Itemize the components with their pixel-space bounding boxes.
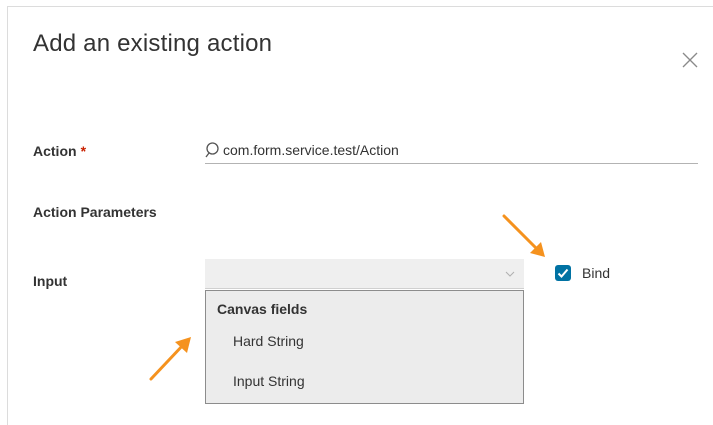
required-marker: * [80, 143, 87, 159]
dialog-border-top [7, 6, 713, 7]
dropdown-option-label: Input String [233, 373, 305, 389]
input-dropdown-menu: Canvas fields Hard String Input String [205, 290, 524, 404]
action-label: Action * [33, 143, 86, 159]
action-search-input[interactable]: com.form.service.test/Action [205, 137, 698, 164]
bind-label: Bind [582, 265, 611, 281]
dropdown-option-label: Hard String [233, 333, 304, 349]
annotation-arrow-icon [502, 214, 545, 257]
bind-checkbox[interactable] [555, 265, 571, 281]
dropdown-option-input-string[interactable]: Input String [206, 367, 523, 397]
action-search-value: com.form.service.test/Action [223, 142, 399, 158]
checkmark-icon [557, 268, 569, 278]
close-button[interactable] [680, 50, 700, 70]
dropdown-option-hard-string[interactable]: Hard String [206, 327, 523, 357]
action-label-text: Action [33, 143, 77, 159]
input-select[interactable] [205, 259, 524, 289]
chevron-down-icon [505, 271, 515, 277]
annotation-arrow-icon [149, 337, 191, 381]
dialog-border-left [7, 6, 8, 425]
dropdown-group-header: Canvas fields [217, 301, 308, 317]
dialog-title: Add an existing action [33, 30, 273, 57]
search-icon [205, 142, 219, 158]
action-parameters-heading: Action Parameters [33, 204, 157, 220]
close-icon [682, 52, 698, 68]
add-action-dialog: Add an existing action Action * com.form.… [0, 0, 713, 425]
input-label: Input [33, 273, 68, 289]
